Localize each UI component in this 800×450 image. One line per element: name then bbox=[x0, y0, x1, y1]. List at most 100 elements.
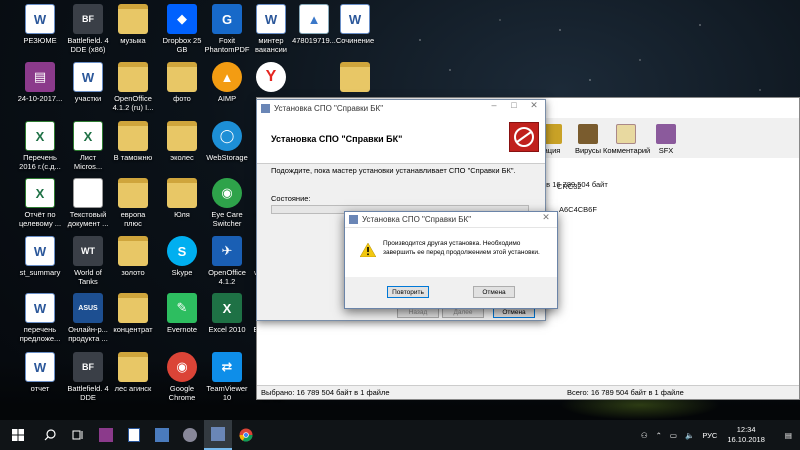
notifications-icon[interactable]: ▤ bbox=[785, 431, 792, 440]
clock-date: 16.10.2018 bbox=[727, 435, 765, 444]
word-icon: W bbox=[25, 293, 55, 323]
folder-icon bbox=[118, 62, 148, 92]
desktop-icon-label: st_summary bbox=[19, 268, 61, 277]
folder-icon bbox=[167, 62, 197, 92]
excel2-icon: X bbox=[212, 293, 242, 323]
retry-button[interactable]: Повторить bbox=[387, 286, 429, 298]
desktop-icon-label: Перечень 2016 г.(с.д... bbox=[19, 153, 61, 171]
excel-icon: X bbox=[25, 121, 55, 151]
taskbar-app-4[interactable] bbox=[176, 420, 204, 450]
folder-icon bbox=[118, 293, 148, 323]
desktop-icon-label: Eye Care Switcher bbox=[211, 210, 243, 228]
language-indicator[interactable]: РУС bbox=[702, 431, 717, 440]
desktop-icon-label: Dropbox 25 GB bbox=[162, 36, 202, 54]
desktop-icon-label: Evernote bbox=[166, 325, 198, 334]
word-icon: W bbox=[340, 4, 370, 34]
foxit-icon: G bbox=[212, 4, 242, 34]
maximize-icon[interactable]: □ bbox=[507, 100, 521, 110]
folder-icon bbox=[118, 352, 148, 382]
dialog-app-icon bbox=[349, 215, 358, 224]
taskbar-chrome[interactable] bbox=[232, 420, 260, 450]
clock-time: 12:34 bbox=[736, 425, 756, 434]
evernote-icon: ✎ bbox=[167, 293, 197, 323]
taskbar-installer[interactable] bbox=[204, 420, 232, 450]
search-icon bbox=[44, 429, 56, 441]
yandex-icon: Y bbox=[256, 62, 286, 92]
desktop-icon-label: AIMP bbox=[217, 94, 237, 103]
column-header-crc[interactable]: CRC32 bbox=[557, 182, 582, 191]
desktop-icon-label: Google Chrome bbox=[168, 384, 196, 402]
desktop-icon[interactable] bbox=[325, 62, 385, 94]
app-icon bbox=[183, 428, 197, 442]
installer-state-label: Состояние: bbox=[271, 194, 311, 203]
minimize-icon[interactable]: – bbox=[487, 100, 501, 110]
installer-header: Установка СПО "Справки БК" bbox=[257, 116, 545, 164]
task-view-button[interactable] bbox=[64, 420, 92, 450]
skype-icon: S bbox=[167, 236, 197, 266]
dialog-footer: Повторить Отмена bbox=[345, 277, 557, 308]
installer-window-title: Установка СПО "Справки БК" bbox=[274, 103, 384, 113]
desktop-icon[interactable]: Y bbox=[241, 62, 301, 94]
system-tray: ⚇ ⌃ ▭ 🔈 РУС 12:34 16.10.2018 ▤ bbox=[633, 420, 800, 450]
start-button[interactable] bbox=[0, 420, 36, 450]
warning-icon bbox=[360, 243, 376, 257]
winrar-icon bbox=[99, 428, 113, 442]
desktop-icon[interactable]: W Сочинение bbox=[325, 4, 385, 45]
folder-icon bbox=[167, 121, 197, 151]
chrome-icon: ◉ bbox=[167, 352, 197, 382]
people-icon[interactable]: ⚇ bbox=[641, 431, 648, 440]
desktop-icon-label: фото bbox=[173, 94, 191, 103]
status-total: Всего: 16 789 504 байт в 1 файле bbox=[567, 388, 684, 397]
word-icon: W bbox=[73, 62, 103, 92]
virus-scan-icon bbox=[578, 124, 598, 144]
aimp-icon: ▲ bbox=[212, 62, 242, 92]
clock[interactable]: 12:34 16.10.2018 bbox=[727, 425, 765, 445]
close-icon[interactable]: ✕ bbox=[539, 212, 553, 223]
word-icon: W bbox=[25, 236, 55, 266]
dialog-titlebar[interactable]: Установка СПО "Справки БК" ✕ bbox=[345, 212, 557, 228]
desktop-icon-label: World of Tanks bbox=[74, 268, 102, 286]
desktop-icon-label: перечень предложе... bbox=[19, 325, 61, 343]
folder-icon bbox=[118, 236, 148, 266]
comment-icon bbox=[616, 124, 636, 144]
volume-icon[interactable]: 🔈 bbox=[685, 431, 694, 440]
excel-icon: X bbox=[73, 121, 103, 151]
desktop-icon-label: концентрат bbox=[113, 325, 153, 334]
installer-app-icon bbox=[261, 103, 270, 113]
status-selected: Выбрано: 16 789 504 байт в 1 файле bbox=[261, 388, 390, 397]
task-view-icon bbox=[72, 430, 83, 440]
search-button[interactable] bbox=[36, 420, 64, 450]
installer-icon bbox=[211, 427, 225, 441]
document-icon bbox=[128, 428, 140, 442]
windows-icon bbox=[12, 429, 24, 441]
toolbar-button-sfx[interactable]: SFX bbox=[643, 118, 689, 155]
webstorage-icon: ◯ bbox=[212, 121, 242, 151]
asus-icon: ASUS bbox=[73, 293, 103, 323]
taskbar-app-3[interactable] bbox=[148, 420, 176, 450]
taskbar-word-doc[interactable] bbox=[120, 420, 148, 450]
excel-icon: X bbox=[25, 178, 55, 208]
dialog-cancel-button[interactable]: Отмена bbox=[473, 286, 515, 298]
game-icon: WT bbox=[73, 236, 103, 266]
app-icon bbox=[155, 428, 169, 442]
winrar-icon: ▤ bbox=[25, 62, 55, 92]
network-icon[interactable]: ▭ bbox=[670, 431, 677, 440]
installer-titlebar[interactable]: Установка СПО "Справки БК" – □ ✕ bbox=[257, 100, 545, 116]
error-dialog: Установка СПО "Справки БК" ✕ Производитс… bbox=[344, 211, 558, 309]
desktop-icon-label: Лист Micros... bbox=[73, 153, 103, 171]
desktop-icon-label: золото bbox=[121, 268, 145, 277]
eyecare-icon: ◉ bbox=[212, 178, 242, 208]
desktop-icon-label: В таможню bbox=[113, 153, 153, 162]
desktop-icon-label: Сочинение bbox=[335, 36, 375, 45]
desktop-icon-label: Отчёт по целевому ... bbox=[18, 210, 62, 228]
close-icon[interactable]: ✕ bbox=[527, 100, 541, 111]
game-icon: BF bbox=[73, 352, 103, 382]
game-icon: BF bbox=[73, 4, 103, 34]
taskbar: ⚇ ⌃ ▭ 🔈 РУС 12:34 16.10.2018 ▤ bbox=[0, 420, 800, 450]
doc-icon bbox=[73, 178, 103, 208]
toolbar-label: SFX bbox=[658, 146, 674, 155]
show-hidden-icon[interactable]: ⌃ bbox=[656, 431, 662, 440]
desktop-icon-label: OpenOffice 4.1.2 (ru) I... bbox=[112, 94, 154, 112]
word-icon: W bbox=[25, 352, 55, 382]
taskbar-winrar[interactable] bbox=[92, 420, 120, 450]
